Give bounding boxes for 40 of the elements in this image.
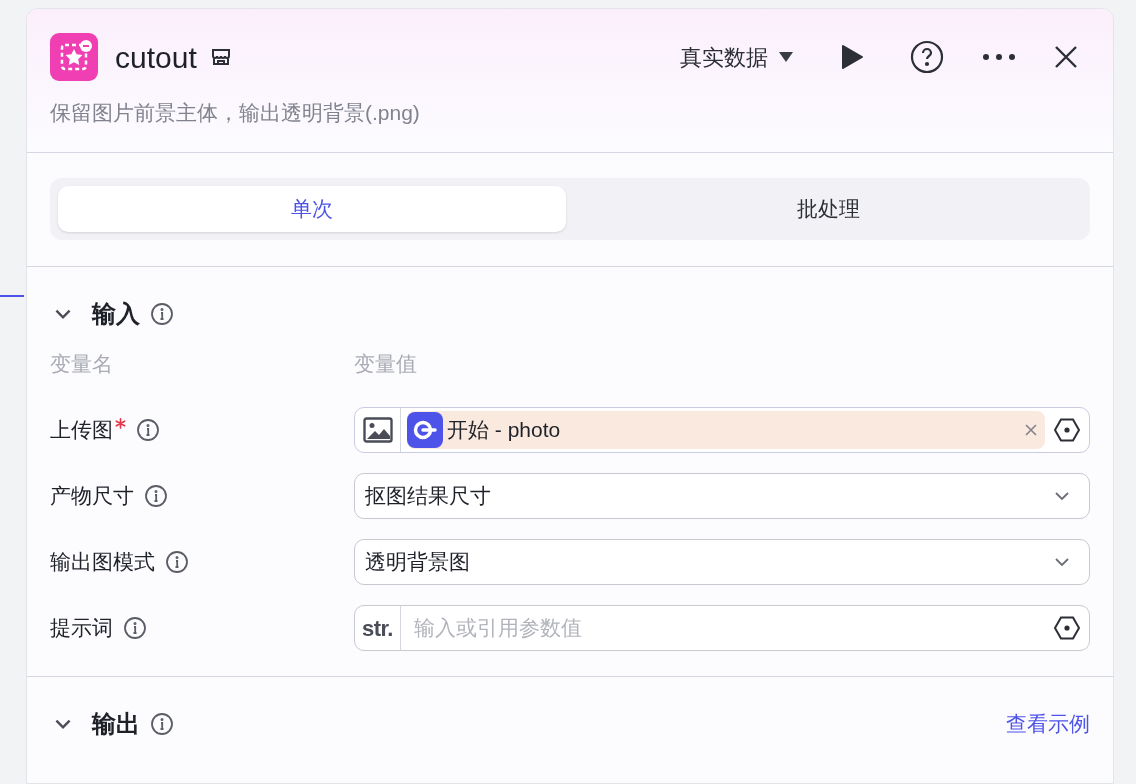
reference-field[interactable]: 开始 - photo	[354, 407, 1090, 453]
play-icon[interactable]	[840, 44, 864, 70]
close-icon[interactable]	[1054, 45, 1078, 69]
help-icon[interactable]	[910, 40, 944, 74]
select-field[interactable]: 抠图结果尺寸	[354, 473, 1090, 519]
parameter-label: 上传图	[50, 417, 113, 444]
section-title: 输入	[92, 299, 140, 329]
text-input-field[interactable]: str. 输入或引用参数值	[354, 605, 1090, 651]
tab[interactable]: 批处理	[574, 186, 1082, 232]
info-icon	[150, 712, 174, 736]
info-icon	[150, 302, 174, 326]
tab[interactable]: 单次	[58, 186, 566, 232]
select-field[interactable]: 透明背景图	[354, 539, 1090, 585]
section-title: 输出	[92, 709, 140, 739]
parameter-label: 输出图模式	[50, 549, 155, 576]
info-icon	[144, 484, 168, 508]
input-field[interactable]: 输入或引用参数值	[414, 612, 1045, 644]
node-description: 保留图片前景主体，输出透明背景(.png)	[50, 100, 421, 126]
info-icon	[123, 616, 147, 640]
variable-name: 开始 - photo	[447, 417, 562, 444]
column-header: 变量值	[354, 351, 417, 378]
app-logo-icon	[50, 33, 98, 81]
start-node-icon	[407, 412, 443, 448]
parameter-label: 产物尺寸	[50, 483, 134, 510]
clear-icon[interactable]	[1025, 424, 1037, 436]
type-label: str.	[355, 606, 401, 650]
variable-chip[interactable]: 开始 - photo	[407, 411, 1045, 449]
caret-icon	[778, 51, 794, 63]
view-example-link[interactable]: 查看示例	[1006, 708, 1090, 740]
variable-reference-icon[interactable]	[1053, 614, 1081, 642]
column-header: 变量名	[50, 351, 114, 378]
more-icon[interactable]	[982, 53, 1016, 61]
info-icon	[136, 418, 160, 442]
mode-dropdown[interactable]: 真实数据	[680, 40, 794, 74]
connector-line	[0, 295, 24, 297]
parameter-label: 提示词	[50, 615, 113, 642]
info-icon	[165, 550, 189, 574]
node-title: cutout	[115, 39, 197, 76]
variable-reference-icon[interactable]	[1053, 416, 1081, 444]
image-icon	[362, 417, 393, 443]
